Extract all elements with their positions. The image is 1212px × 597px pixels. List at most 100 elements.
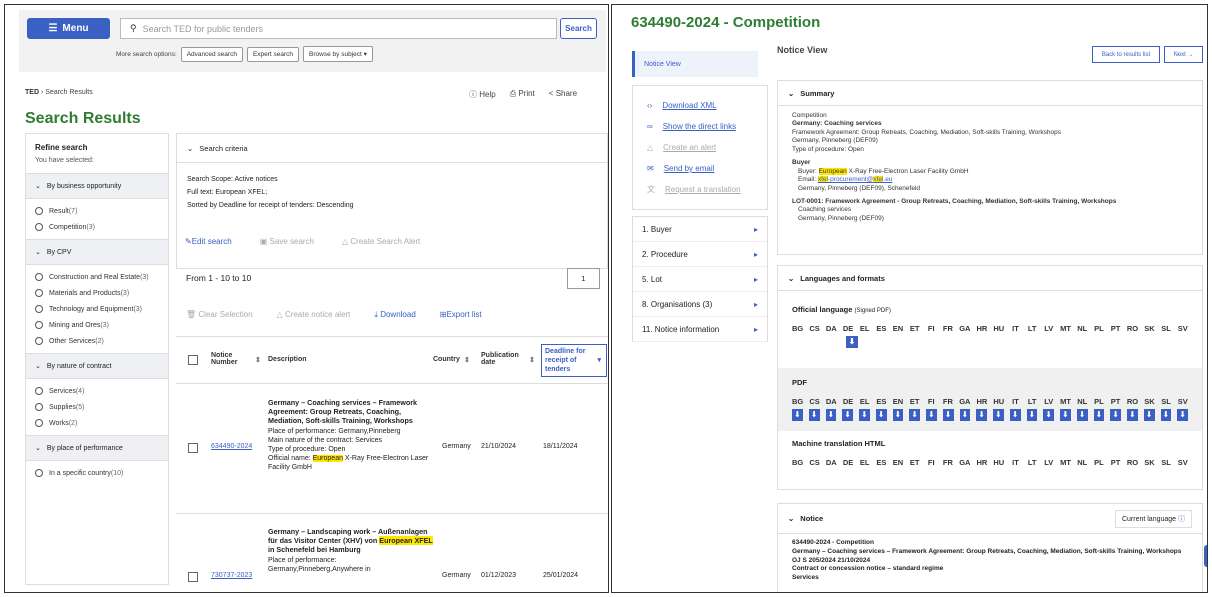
advanced-search-button[interactable]: Advanced search <box>180 46 243 62</box>
radio-icon[interactable] <box>35 321 43 329</box>
menu-button[interactable]: ☰ Menu <box>27 18 110 39</box>
nav-lot[interactable]: 5. Lot ▸ <box>633 267 767 292</box>
request-translation-link[interactable]: 文 Request a translation <box>647 179 767 200</box>
pdf-language-code[interactable]: PL <box>1094 397 1105 406</box>
notice-number-link[interactable]: 730737-2023 <box>211 572 252 579</box>
help-link[interactable]: ⓘ Help <box>469 89 496 100</box>
pdf-language-code[interactable]: LV <box>1043 397 1054 406</box>
download-xml-link[interactable]: ‹› Download XML <box>647 95 767 116</box>
pdf-language-code[interactable]: SL <box>1161 397 1172 406</box>
edit-search-button[interactable]: ✎Edit search <box>185 237 232 246</box>
pdf-icon[interactable]: ⬇ <box>846 336 858 348</box>
pdf-language-code[interactable]: LT <box>1027 397 1038 406</box>
radio-icon[interactable] <box>35 337 43 345</box>
pdf-language-code[interactable]: HU <box>993 397 1004 406</box>
pdf-icon[interactable]: ⬇ <box>825 409 837 421</box>
facet-option[interactable]: Technology and Equipment(3) <box>26 301 168 317</box>
pdf-icon[interactable]: ⬇ <box>1043 409 1054 421</box>
facet-group-header[interactable]: ⌄ By nature of contract <box>26 353 168 379</box>
pdf-language-code[interactable]: ET <box>909 397 920 406</box>
create-alert-link[interactable]: △ Create an alert <box>647 137 767 158</box>
pdf-language-code[interactable]: SV <box>1177 397 1188 406</box>
current-language-badge[interactable]: Current language ⓘ <box>1114 510 1192 528</box>
radio-icon[interactable] <box>35 403 43 411</box>
pdf-icon[interactable]: ⬇ <box>792 409 803 421</box>
create-notice-alert-button[interactable]: △ Create notice alert <box>277 310 351 320</box>
mt-language-code[interactable]: GA <box>959 458 970 467</box>
mt-language-code[interactable]: ES <box>876 458 887 467</box>
facet-option[interactable]: In a specific country(10) <box>26 465 168 481</box>
pdf-icon[interactable]: ⬇ <box>808 409 820 421</box>
facet-option[interactable]: Result(7) <box>26 203 168 219</box>
facet-group-header[interactable]: ⌄ By place of performance <box>26 435 168 461</box>
tab-notice-view[interactable]: Notice View <box>632 51 758 77</box>
nav-organisations[interactable]: 8. Organisations (3) ▸ <box>633 292 767 317</box>
pdf-icon[interactable]: ⬇ <box>1143 409 1155 421</box>
pdf-language-code[interactable]: PT <box>1110 397 1121 406</box>
mt-language-code[interactable]: IT <box>1010 458 1021 467</box>
mt-language-code[interactable]: RO <box>1127 458 1138 467</box>
mt-language-code[interactable]: PT <box>1110 458 1121 467</box>
pdf-icon[interactable]: ⬇ <box>1110 409 1121 421</box>
radio-icon[interactable] <box>35 419 43 427</box>
pdf-icon[interactable]: ⬇ <box>875 409 887 421</box>
pdf-icon[interactable]: ⬇ <box>926 409 937 421</box>
notice-number-link[interactable]: 634490-2024 <box>211 443 252 450</box>
mt-language-code[interactable]: EN <box>893 458 904 467</box>
pdf-icon[interactable]: ⬇ <box>976 409 987 421</box>
select-all-checkbox[interactable] <box>188 355 198 365</box>
notice-toggle[interactable]: ⌄ Notice Current language ⓘ <box>778 504 1202 534</box>
search-criteria-toggle[interactable]: ⌄ Search criteria <box>177 134 607 163</box>
mt-language-code[interactable]: BG <box>792 458 803 467</box>
mt-language-code[interactable]: LT <box>1027 458 1038 467</box>
facet-option[interactable]: Competition(3) <box>26 219 168 235</box>
mt-language-code[interactable]: CS <box>809 458 820 467</box>
pdf-icon[interactable]: ⬇ <box>1093 409 1105 421</box>
radio-icon[interactable] <box>35 387 43 395</box>
mt-language-code[interactable]: SV <box>1177 458 1188 467</box>
col-country[interactable]: Country <box>433 356 460 363</box>
nav-buyer[interactable]: 1. Buyer ▸ <box>633 217 767 242</box>
pdf-language-code[interactable]: DA <box>826 397 837 406</box>
mt-language-code[interactable]: HR <box>976 458 987 467</box>
search-input[interactable]: ⚲ Search TED for public tenders <box>120 18 557 39</box>
pdf-icon[interactable]: ⬇ <box>909 409 920 421</box>
mt-language-code[interactable]: LV <box>1043 458 1054 467</box>
facet-option[interactable]: Services(4) <box>26 383 168 399</box>
pdf-icon[interactable]: ⬇ <box>892 409 904 421</box>
radio-icon[interactable] <box>35 273 43 281</box>
pdf-language-code[interactable]: FI <box>926 397 937 406</box>
export-list-button[interactable]: ⊞Export list <box>440 310 482 320</box>
pdf-icon[interactable]: ⬇ <box>1127 409 1138 421</box>
mt-language-code[interactable]: NL <box>1077 458 1088 467</box>
sort-icon[interactable]: ⇕ <box>464 356 470 364</box>
mt-language-code[interactable]: MT <box>1060 458 1071 467</box>
facet-option[interactable]: Works(2) <box>26 415 168 431</box>
save-search-button[interactable]: ▣ Save search <box>260 237 314 246</box>
pdf-language-code[interactable]: HR <box>976 397 987 406</box>
languages-toggle[interactable]: ⌄ Languages and formats <box>778 266 1202 291</box>
pdf-language-code[interactable]: FR <box>943 397 954 406</box>
next-button[interactable]: Next → <box>1164 46 1203 63</box>
pdf-language-code[interactable]: MT <box>1060 397 1071 406</box>
create-search-alert-button[interactable]: △ Create Search Alert <box>342 237 420 246</box>
pdf-language-code[interactable]: RO <box>1127 397 1138 406</box>
col-publication-date[interactable]: Publication date <box>481 352 521 366</box>
radio-icon[interactable] <box>35 289 43 297</box>
pdf-language-code[interactable]: BG <box>792 397 803 406</box>
pdf-icon[interactable]: ⬇ <box>1177 409 1188 421</box>
browse-by-subject-dropdown[interactable]: Browse by subject ▾ <box>303 46 373 62</box>
pdf-language-code[interactable]: NL <box>1077 397 1088 406</box>
email-link[interactable]: xfel-procurement@xfel.eu <box>817 176 892 184</box>
pdf-icon[interactable]: ⬇ <box>1160 409 1172 421</box>
pdf-icon[interactable]: ⬇ <box>842 409 853 421</box>
mt-language-code[interactable]: FR <box>943 458 954 467</box>
pdf-language-code[interactable]: EN <box>893 397 904 406</box>
download-button[interactable]: ⤓ Download <box>374 310 415 320</box>
sort-icon[interactable]: ⇕ <box>255 356 261 364</box>
pdf-language-code[interactable]: IT <box>1010 397 1021 406</box>
facet-group-header[interactable]: ⌄ By CPV <box>26 239 168 265</box>
pdf-language-code[interactable]: EL <box>859 397 870 406</box>
mt-language-code[interactable]: PL <box>1094 458 1105 467</box>
pdf-language-code[interactable]: SK <box>1144 397 1155 406</box>
